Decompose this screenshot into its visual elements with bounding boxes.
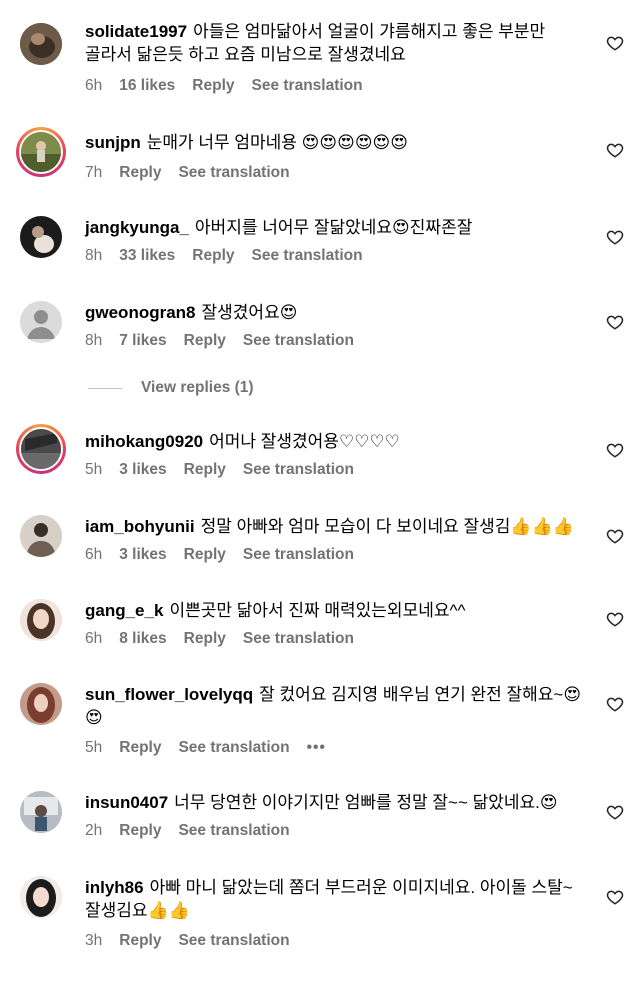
- heart-icon[interactable]: [606, 313, 624, 331]
- reply-button[interactable]: Reply: [184, 630, 226, 648]
- timestamp[interactable]: 3h: [85, 932, 102, 950]
- comment-text: sunjpn 눈매가 너무 엄마네용 😍😍😍😍😍😍: [85, 133, 408, 152]
- timestamp[interactable]: 2h: [85, 822, 102, 840]
- comment-text: iam_bohyunii 정말 아빠와 엄마 모습이 다 보이네요 잘생김👍👍👍: [85, 517, 574, 536]
- avatar[interactable]: [20, 515, 62, 557]
- avatar[interactable]: [16, 424, 66, 474]
- timestamp[interactable]: 6h: [85, 630, 102, 648]
- see-translation-button[interactable]: See translation: [243, 461, 354, 479]
- avatar[interactable]: [16, 127, 66, 177]
- comment-text: inlyh86 아빠 마니 닮았는데 쫌더 부드러운 이미지네요. 아이돌 스탈~…: [85, 878, 573, 920]
- likes-count[interactable]: 8 likes: [119, 630, 166, 648]
- username-link[interactable]: iam_bohyunii: [85, 517, 195, 536]
- heart-icon[interactable]: [606, 441, 624, 459]
- more-options-icon[interactable]: •••: [307, 739, 326, 757]
- see-translation-button[interactable]: See translation: [243, 332, 354, 350]
- username-link[interactable]: jangkyunga_: [85, 218, 189, 237]
- comment-text: sun_flower_lovelyqq 잘 컸어요 김지영 배우님 연기 완전 잘…: [85, 685, 582, 727]
- heart-icon[interactable]: [606, 803, 624, 821]
- likes-count[interactable]: 16 likes: [119, 77, 175, 95]
- username-link[interactable]: sun_flower_lovelyqq: [85, 685, 253, 704]
- see-translation-button[interactable]: See translation: [252, 247, 363, 265]
- username-link[interactable]: solidate1997: [85, 22, 187, 41]
- see-translation-button[interactable]: See translation: [243, 546, 354, 564]
- see-translation-button[interactable]: See translation: [178, 822, 289, 840]
- likes-count[interactable]: 3 likes: [119, 546, 166, 564]
- comment-text: gang_e_k 이쁜곳만 닮아서 진짜 매력있는외모네요^^: [85, 601, 466, 620]
- reply-button[interactable]: Reply: [119, 164, 161, 182]
- see-translation-button[interactable]: See translation: [252, 77, 363, 95]
- likes-count[interactable]: 33 likes: [119, 247, 175, 265]
- reply-button[interactable]: Reply: [192, 77, 234, 95]
- timestamp[interactable]: 7h: [85, 164, 102, 182]
- heart-icon[interactable]: [606, 527, 624, 545]
- timestamp[interactable]: 8h: [85, 247, 102, 265]
- avatar[interactable]: [20, 683, 62, 725]
- divider: [88, 387, 122, 389]
- likes-count[interactable]: 3 likes: [119, 461, 166, 479]
- timestamp[interactable]: 6h: [85, 77, 102, 95]
- reply-button[interactable]: Reply: [184, 546, 226, 564]
- comment-text: solidate1997 아들은 엄마닮아서 얼굴이 갸름해지고 좋은 부분만 골…: [85, 22, 546, 64]
- username-link[interactable]: mihokang0920: [85, 432, 203, 451]
- reply-button[interactable]: Reply: [119, 932, 161, 950]
- heart-icon[interactable]: [606, 228, 624, 246]
- avatar[interactable]: [20, 791, 62, 833]
- heart-icon[interactable]: [606, 888, 624, 906]
- comment-text: jangkyunga_ 아버지를 너어무 잘닮았네요😍진짜존잘: [85, 218, 473, 237]
- heart-icon[interactable]: [606, 610, 624, 628]
- username-link[interactable]: insun0407: [85, 793, 168, 812]
- likes-count[interactable]: 7 likes: [119, 332, 166, 350]
- comment-text: gweonogran8 잘생겼어요😍: [85, 303, 298, 322]
- user-silhouette-icon: [20, 301, 62, 343]
- avatar[interactable]: [20, 599, 62, 641]
- timestamp[interactable]: 6h: [85, 546, 102, 564]
- username-link[interactable]: gang_e_k: [85, 601, 163, 620]
- heart-icon[interactable]: [606, 141, 624, 159]
- reply-button[interactable]: Reply: [184, 461, 226, 479]
- heart-icon[interactable]: [606, 695, 624, 713]
- comment-text: insun0407 너무 당연한 이야기지만 엄빠를 정말 잘~~ 닮았네요.😍: [85, 793, 558, 812]
- reply-button[interactable]: Reply: [119, 822, 161, 840]
- reply-button[interactable]: Reply: [119, 739, 161, 757]
- avatar[interactable]: [20, 23, 62, 65]
- username-link[interactable]: gweonogran8: [85, 303, 196, 322]
- see-translation-button[interactable]: See translation: [178, 739, 289, 757]
- reply-button[interactable]: Reply: [184, 332, 226, 350]
- avatar[interactable]: [20, 301, 62, 343]
- comment-text: mihokang0920 어머나 잘생겼어용♡♡♡♡: [85, 432, 400, 451]
- see-translation-button[interactable]: See translation: [243, 630, 354, 648]
- timestamp[interactable]: 5h: [85, 739, 102, 757]
- see-translation-button[interactable]: See translation: [178, 932, 289, 950]
- avatar[interactable]: [20, 216, 62, 258]
- reply-button[interactable]: Reply: [192, 247, 234, 265]
- see-translation-button[interactable]: See translation: [178, 164, 289, 182]
- view-replies-button[interactable]: View replies (1): [88, 379, 254, 397]
- username-link[interactable]: sunjpn: [85, 133, 141, 152]
- timestamp[interactable]: 8h: [85, 332, 102, 350]
- heart-icon[interactable]: [606, 34, 624, 52]
- timestamp[interactable]: 5h: [85, 461, 102, 479]
- view-replies-label: View replies (1): [141, 379, 254, 396]
- username-link[interactable]: inlyh86: [85, 878, 144, 897]
- avatar[interactable]: [20, 876, 62, 918]
